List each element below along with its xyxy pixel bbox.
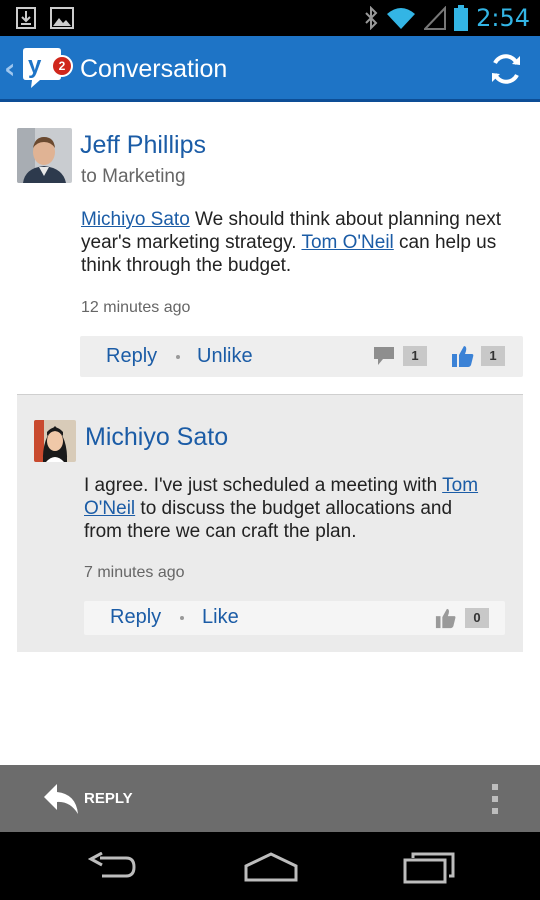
signal-icon: [424, 6, 447, 30]
back-icon[interactable]: [88, 852, 138, 882]
reply-button[interactable]: Reply: [106, 345, 157, 368]
page-title: Conversation: [80, 55, 228, 83]
like-count: 1: [481, 346, 505, 366]
image-icon: [50, 7, 74, 29]
reply-action-button[interactable]: REPLY: [84, 790, 133, 807]
reply-text: I agree. I've just scheduled a meeting w…: [84, 475, 443, 496]
bluetooth-icon: [365, 6, 378, 30]
post-body: Michiyo Sato We should think about plann…: [81, 208, 511, 277]
action-bar: ‹ y 2 Conversation: [0, 36, 540, 102]
like-count: 0: [465, 608, 489, 628]
thumbs-up-icon[interactable]: [451, 344, 475, 368]
thumbs-up-icon[interactable]: [435, 607, 457, 629]
refresh-icon[interactable]: [488, 51, 524, 87]
like-button[interactable]: Like: [202, 606, 239, 629]
reply-arrow-icon[interactable]: [42, 781, 80, 817]
download-icon: [16, 7, 36, 29]
reply-button[interactable]: Reply: [110, 606, 161, 629]
overflow-menu-icon[interactable]: [490, 783, 500, 815]
reply-timestamp: 7 minutes ago: [84, 564, 185, 581]
reply-author[interactable]: Michiyo Sato: [85, 423, 228, 452]
notification-badge: 2: [51, 55, 73, 77]
reply-text: to discuss the budget allocations and fr…: [84, 498, 453, 542]
separator-dot: [176, 355, 180, 359]
back-chevron-icon[interactable]: ‹: [4, 52, 16, 85]
status-bar: 2:54: [0, 0, 540, 36]
bottom-action-bar: REPLY: [0, 765, 540, 832]
reply-body: I agree. I've just scheduled a meeting w…: [84, 474, 494, 543]
mention-link[interactable]: Michiyo Sato: [81, 209, 190, 230]
battery-icon: [454, 5, 469, 31]
avatar[interactable]: [17, 128, 72, 183]
reply-item: Michiyo Sato I agree. I've just schedule…: [17, 395, 523, 652]
unlike-button[interactable]: Unlike: [197, 345, 253, 368]
post-author[interactable]: Jeff Phillips: [80, 131, 206, 160]
reply-action-row: Reply Like 0: [84, 601, 505, 635]
mention-link[interactable]: Tom O'Neil: [301, 232, 393, 253]
avatar[interactable]: [34, 420, 76, 462]
post-action-row: Reply Unlike 1 1: [80, 336, 523, 377]
status-time: 2:54: [476, 4, 530, 32]
navigation-bar: [0, 832, 540, 900]
post-timestamp: 12 minutes ago: [81, 299, 191, 316]
svg-text:y: y: [28, 52, 42, 79]
home-icon[interactable]: [244, 852, 298, 882]
recent-apps-icon[interactable]: [403, 852, 455, 884]
comment-count: 1: [403, 346, 427, 366]
comment-icon[interactable]: [373, 346, 395, 366]
separator-dot: [180, 616, 184, 620]
wifi-icon: [387, 8, 416, 29]
post-audience[interactable]: to Marketing: [81, 166, 186, 188]
